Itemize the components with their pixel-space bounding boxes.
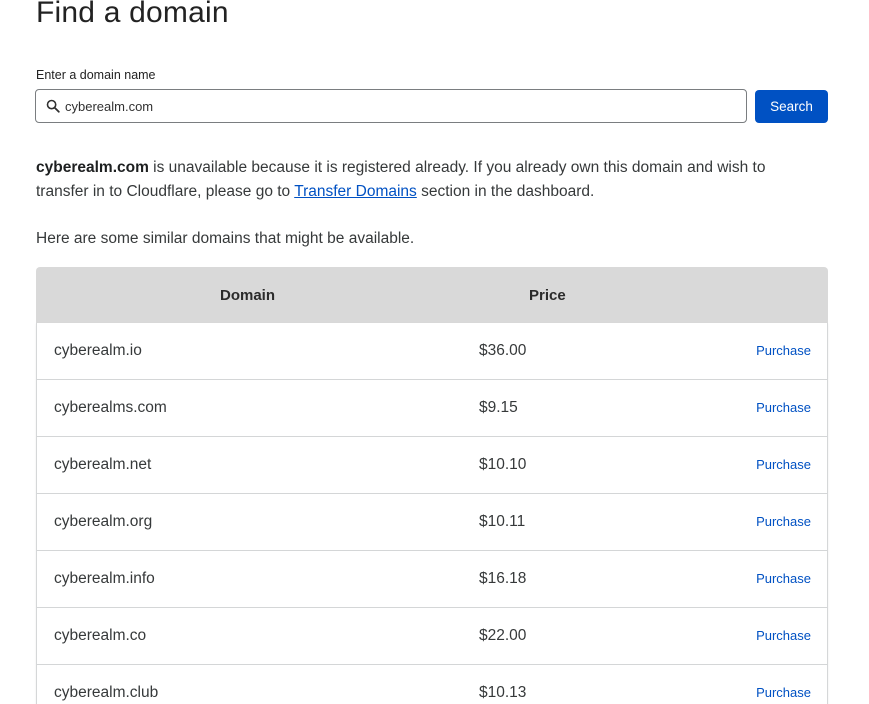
suggestions-table: Domain Price cyberealm.io $36.00 Purchas… (36, 267, 828, 704)
table-header: Domain Price (36, 267, 828, 323)
search-icon (46, 99, 60, 113)
message-text-end: section in the dashboard. (416, 183, 595, 200)
table-row: cyberealm.club $10.13 Purchase (36, 665, 828, 704)
column-header-price: Price (529, 287, 566, 304)
purchase-link[interactable]: Purchase (756, 685, 811, 700)
search-button[interactable]: Search (755, 90, 828, 123)
page-title: Find a domain (36, 0, 229, 29)
table-row: cyberealm.info $16.18 Purchase (36, 551, 828, 608)
purchase-link[interactable]: Purchase (756, 514, 811, 529)
row-price: $22.00 (479, 627, 527, 644)
row-domain: cyberealm.info (54, 570, 155, 587)
row-domain: cyberealm.org (54, 513, 153, 530)
row-domain: cyberealm.io (54, 342, 142, 359)
purchase-link[interactable]: Purchase (756, 457, 811, 472)
unavailable-message: cyberealm.com is unavailable because it … (36, 156, 816, 204)
domain-field-label: Enter a domain name (36, 68, 156, 82)
row-domain: cyberealm.club (54, 684, 159, 701)
column-header-domain: Domain (220, 287, 276, 304)
purchase-link[interactable]: Purchase (756, 343, 811, 358)
row-domain: cyberealm.co (54, 627, 147, 644)
table-row: cyberealm.net $10.10 Purchase (36, 437, 828, 494)
row-price: $9.15 (479, 399, 518, 416)
purchase-link[interactable]: Purchase (756, 400, 811, 415)
suggestions-intro: Here are some similar domains that might… (36, 230, 415, 247)
table-row: cyberealms.com $9.15 Purchase (36, 380, 828, 437)
table-row: cyberealm.org $10.11 Purchase (36, 494, 828, 551)
row-price: $16.18 (479, 570, 527, 587)
table-row: cyberealm.io $36.00 Purchase (36, 323, 828, 380)
row-domain: cyberealms.com (54, 399, 167, 416)
purchase-link[interactable]: Purchase (756, 571, 811, 586)
row-price: $36.00 (479, 342, 527, 359)
transfer-domains-link[interactable]: Transfer Domains (294, 183, 417, 200)
row-domain: cyberealm.net (54, 456, 152, 473)
searched-domain: cyberealm.com (36, 159, 149, 176)
domain-search-box[interactable] (35, 89, 747, 123)
table-row: cyberealm.co $22.00 Purchase (36, 608, 828, 665)
domain-search-input[interactable] (65, 90, 746, 122)
row-price: $10.11 (479, 513, 526, 530)
row-price: $10.13 (479, 684, 527, 701)
purchase-link[interactable]: Purchase (756, 628, 811, 643)
row-price: $10.10 (479, 456, 527, 473)
